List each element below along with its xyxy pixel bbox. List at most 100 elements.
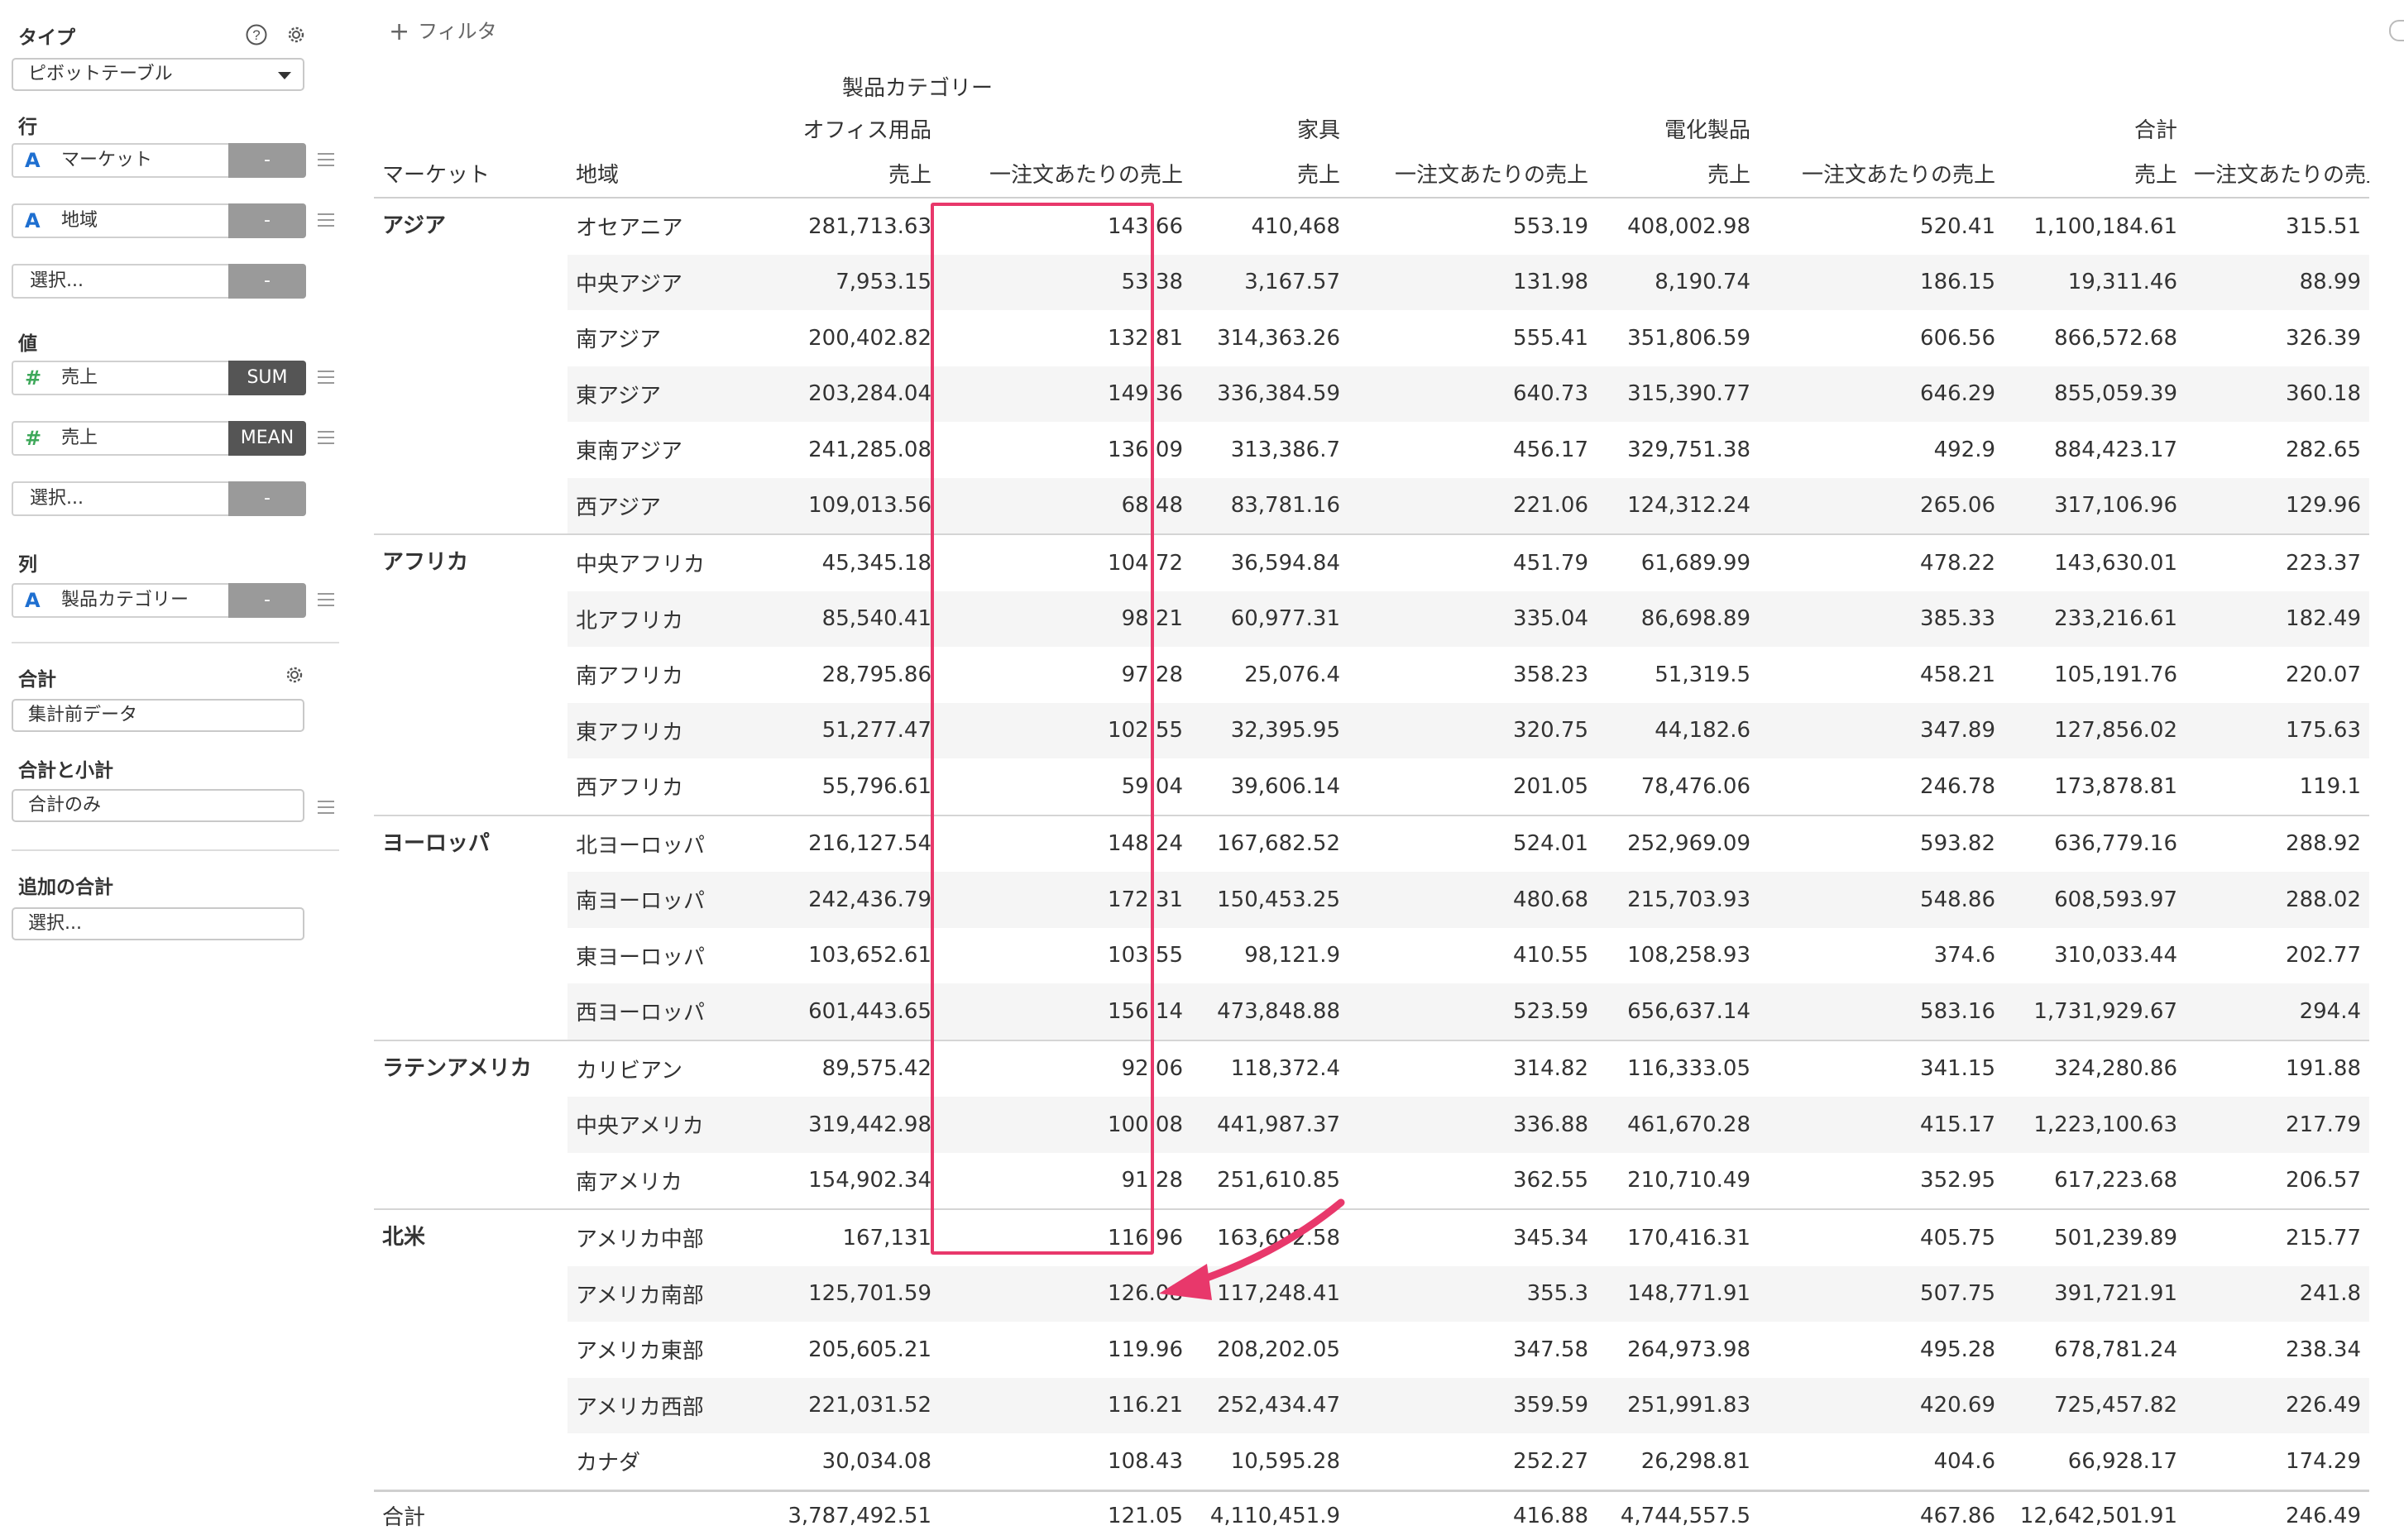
value-cell: 119.96	[1108, 1337, 1184, 1362]
value-cell: 640.73	[1348, 366, 1597, 422]
rows-label: 行	[18, 117, 37, 138]
table-row: アフリカ 中央アフリカ 45,345.18 104.72 36,594.84 451.79…	[374, 533, 2370, 591]
value-cell: 385.33	[1759, 591, 2004, 647]
market-cell: アジア	[374, 197, 567, 255]
value-field-select[interactable]: 選択... -	[12, 481, 306, 516]
value-field-sales-sum-agg[interactable]: SUM	[228, 361, 306, 395]
drag-handle-icon[interactable]	[318, 801, 334, 814]
value-cell: 420.69	[1759, 1377, 2004, 1433]
drag-handle-icon[interactable]	[318, 431, 334, 444]
column-field-category-agg[interactable]: -	[228, 583, 306, 618]
settings-sidebar: タイプ ? ピボットテーブル 行 A マーケット - A 地域 - 選択... …	[0, 0, 352, 1315]
row-field-region-agg[interactable]: -	[228, 203, 306, 238]
measure-header[interactable]: 一注文あたりの売上	[1759, 149, 2004, 198]
row-field-select-agg[interactable]: -	[228, 264, 306, 299]
add-filter-button[interactable]: + フィルタ	[389, 15, 497, 46]
row-header-region[interactable]: 地域	[567, 149, 759, 198]
value-field-sales-mean[interactable]: # 売上 MEAN	[12, 421, 306, 456]
row-field-region[interactable]: A 地域 -	[12, 203, 306, 238]
extra-total-select[interactable]: 選択...	[12, 907, 304, 940]
measure-header[interactable]: 一注文あたりの売上	[2186, 149, 2370, 198]
row-field-market-agg[interactable]: -	[228, 143, 306, 178]
drag-handle-icon[interactable]	[318, 153, 334, 166]
value-cell: 61,689.99	[1597, 533, 1760, 591]
measure-header[interactable]: 売上	[1597, 149, 1760, 198]
filter-label: フィルタ	[418, 20, 497, 43]
value-field-sales-sum-name: 売上	[61, 367, 98, 388]
comment-icon[interactable]	[2389, 20, 2404, 41]
value-cell: 116.21	[940, 1377, 1192, 1433]
value-cell: 131.98	[1348, 254, 1597, 310]
market-cell	[374, 591, 567, 647]
value-cell: 215,703.93	[1597, 872, 1760, 928]
row-total-cell: 88.99	[2186, 254, 2370, 310]
value-field-sales-sum-body: # 売上	[12, 361, 228, 395]
value-cell: 97.28	[1121, 662, 1184, 687]
measure-header[interactable]: 売上	[2004, 149, 2186, 198]
column-field-category[interactable]: A 製品カテゴリー -	[12, 583, 306, 618]
table-row: ラテンアメリカ カリビアン 89,575.42 92.06 118,372.4 314.8…	[374, 1039, 2370, 1097]
grand-total-cell: 12,642,501.91	[2004, 1489, 2186, 1540]
value-field-sales-sum[interactable]: # 売上 SUM	[12, 361, 306, 395]
value-cell: 601,443.65	[759, 983, 940, 1040]
drag-handle-icon[interactable]	[318, 213, 334, 227]
row-field-market[interactable]: A マーケット -	[12, 143, 306, 178]
market-cell	[374, 1097, 567, 1153]
drag-handle-icon[interactable]	[318, 371, 334, 384]
value-cell: 583.16	[1759, 983, 2004, 1040]
row-header-market[interactable]: マーケット	[374, 149, 567, 198]
market-cell: アフリカ	[374, 533, 567, 591]
row-total-cell: 1,100,184.61	[2004, 197, 2186, 255]
text-type-icon: A	[25, 149, 41, 172]
value-cell: 186.15	[1759, 254, 2004, 310]
subtotal-label: 合計と小計	[18, 760, 113, 782]
region-cell: 中央アフリカ	[567, 533, 759, 591]
measure-header[interactable]: 一注文あたりの売上	[940, 149, 1192, 198]
type-select-value: ピボットテーブル	[28, 64, 173, 84]
value-cell: 103,652.61	[808, 943, 931, 968]
total-select[interactable]: 集計前データ	[12, 699, 304, 732]
value-field-sales-mean-agg[interactable]: MEAN	[228, 421, 306, 456]
row-total-cell: 678,781.24	[2054, 1337, 2178, 1362]
row-total-cell: 220.07	[2286, 662, 2362, 687]
region-cell: カナダ	[576, 1451, 641, 1476]
row-total-cell: 223.37	[2186, 533, 2370, 591]
value-cell: 150,453.25	[1191, 872, 1349, 928]
value-cell: 44,182.6	[1597, 702, 1760, 758]
measure-header[interactable]: 売上	[1191, 149, 1349, 198]
row-total-cell: 226.49	[2186, 1377, 2370, 1433]
grand-total-cell: 467.86	[1759, 1489, 2004, 1540]
table-row: 北米 アメリカ中部 167,131 116.96 163,692.58 345.34 170…	[374, 1208, 2370, 1266]
market-cell	[374, 1152, 567, 1209]
plus-icon: +	[389, 17, 410, 46]
value-cell: 89,575.42	[759, 1039, 940, 1097]
table-row: 東南アジア 241,285.08 136.09 313,386.7 456.17 329,…	[374, 422, 2369, 478]
measure-header[interactable]: 一注文あたりの売上	[1348, 149, 1597, 198]
value-cell: 125,701.59	[759, 1265, 940, 1322]
market-cell: 北米	[374, 1208, 567, 1266]
gear-icon[interactable]	[285, 23, 308, 46]
type-select[interactable]: ピボットテーブル	[12, 58, 304, 91]
subtotal-select[interactable]: 合計のみ	[12, 789, 304, 822]
region-cell: 中央アジア	[567, 254, 759, 310]
row-total-cell: 173,878.81	[2054, 773, 2178, 799]
value-field-select-agg[interactable]: -	[228, 481, 306, 516]
gear-icon[interactable]	[283, 663, 306, 686]
table-row: 南アフリカ 28,795.86 97.28 25,076.4 358.23 51,319.…	[374, 647, 2369, 703]
help-icon[interactable]: ?	[245, 23, 268, 46]
value-cell: 172.31	[940, 872, 1192, 928]
pivot-table: 製品カテゴリー オフィス用品 家具 電化製品 合計 マーケット 地域 売上 一注…	[374, 65, 2370, 1540]
value-cell: 492.9	[1933, 437, 1996, 462]
value-cell: 108,258.93	[1627, 943, 1751, 968]
market-cell	[374, 927, 567, 983]
value-cell: 242,436.79	[759, 872, 940, 928]
value-cell: 246.78	[1920, 773, 1996, 799]
measure-header[interactable]: 売上	[759, 149, 940, 198]
drag-handle-icon[interactable]	[318, 593, 334, 606]
value-cell: 221,031.52	[759, 1377, 940, 1433]
row-field-select[interactable]: 選択... -	[12, 264, 306, 299]
value-cell: 59.04	[1121, 773, 1184, 799]
table-row: 中央アメリカ 319,442.98 100.08 441,987.37 336.88 46…	[374, 1097, 2370, 1153]
value-cell: 404.6	[1933, 1448, 1996, 1474]
values-label: 値	[18, 333, 37, 355]
